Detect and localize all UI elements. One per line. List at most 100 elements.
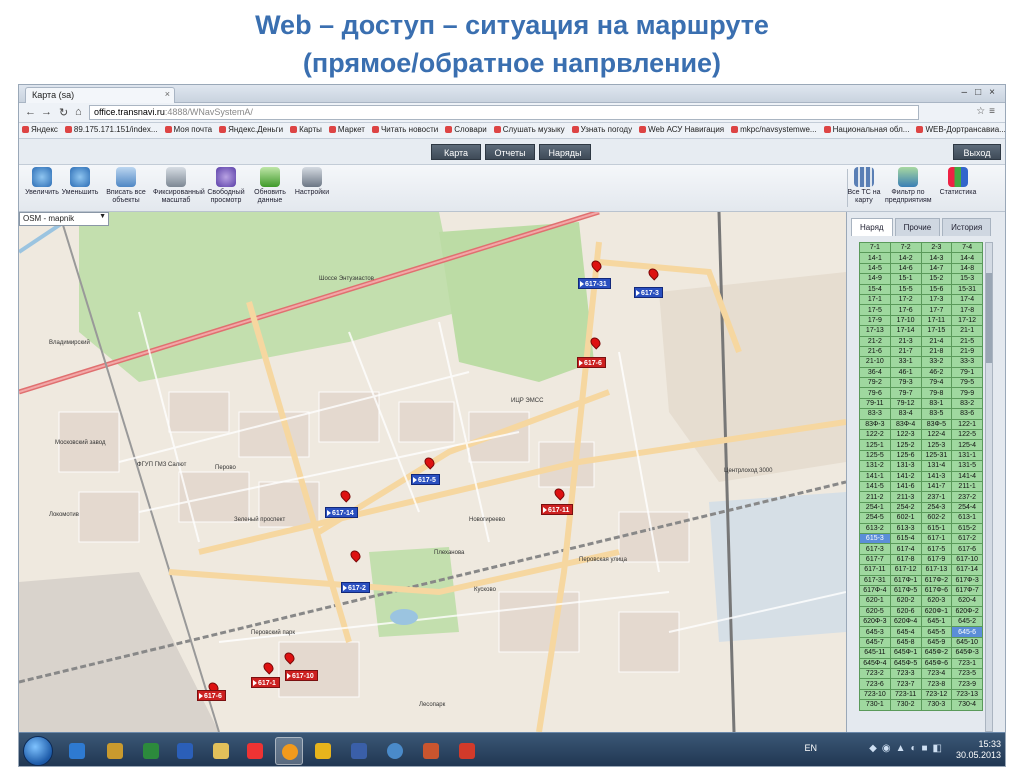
route-cell[interactable]: 141-7 [920, 480, 953, 493]
route-cell[interactable]: 620Ф-4 [889, 616, 922, 628]
route-cell[interactable]: 723-13 [951, 688, 983, 701]
route-cell[interactable]: 79-3 [889, 377, 922, 389]
fit-all-button[interactable]: Вписать все объекты [103, 167, 149, 205]
route-cell[interactable]: 17-8 [951, 304, 983, 316]
route-cell[interactable]: 615-2 [951, 522, 983, 534]
route-cell[interactable]: 645Ф-4 [859, 657, 891, 670]
route-cell[interactable]: 723-3 [889, 667, 922, 680]
route-cell[interactable]: 620Ф-2 [951, 605, 983, 618]
route-cell[interactable]: 645-3 [859, 626, 891, 638]
language-indicator[interactable]: EN [804, 743, 817, 753]
route-cell[interactable]: 617-31 [859, 574, 891, 586]
route-cell[interactable]: 620-4 [951, 595, 983, 607]
route-cell[interactable]: 645-2 [951, 616, 983, 628]
route-cell[interactable]: 254-2 [889, 501, 922, 514]
vehicle-label[interactable]: 617-5 [411, 474, 440, 485]
vehicle-label[interactable]: 617-11 [541, 504, 574, 515]
reload-icon[interactable]: ↻ [59, 106, 68, 119]
bookmark-item[interactable]: Яндекс [19, 123, 62, 134]
route-cell[interactable]: 15-2 [920, 273, 953, 285]
route-cell[interactable]: 131-2 [859, 460, 891, 472]
route-cell[interactable]: 125-6 [889, 449, 922, 462]
filter-button[interactable]: Фильтр по предприятиям [885, 167, 932, 205]
minimize-icon[interactable]: – [962, 87, 976, 98]
route-cell[interactable]: 122-5 [951, 429, 983, 441]
route-cell[interactable]: 723-11 [889, 688, 922, 701]
taskbar-word[interactable] [171, 737, 199, 765]
route-cell[interactable]: 14-8 [951, 262, 983, 275]
route-cell[interactable]: 645-7 [859, 636, 891, 649]
route-cell[interactable]: 15-3 [951, 273, 983, 285]
route-cell[interactable]: 613-3 [889, 522, 922, 534]
browser-tab[interactable]: Карта (sa) × [25, 87, 175, 103]
route-cell[interactable]: 211-3 [889, 491, 922, 503]
route-cell[interactable]: 237-2 [951, 491, 983, 503]
route-cell[interactable]: 125-3 [920, 439, 953, 451]
route-cell[interactable]: 7-4 [951, 242, 983, 254]
route-cell[interactable]: 723-8 [920, 678, 953, 690]
route-cell[interactable]: 17-5 [859, 304, 891, 316]
route-cell[interactable]: 617-13 [920, 564, 953, 576]
window-controls[interactable]: –□× [962, 87, 1003, 98]
route-cell[interactable]: 83-3 [859, 408, 891, 420]
route-cell[interactable]: 83Ф-4 [889, 418, 922, 431]
vehicle-label[interactable]: 617-1 [251, 677, 280, 688]
route-cell[interactable]: 14-1 [859, 252, 891, 264]
route-cell[interactable]: 14-6 [889, 262, 922, 275]
panel-scrollbar[interactable] [985, 242, 993, 732]
route-cell[interactable]: 21-7 [889, 345, 922, 358]
route-cell[interactable]: 46-1 [889, 366, 922, 379]
route-cell[interactable]: 615-4 [889, 532, 922, 545]
refresh-button[interactable]: Обновить данные [247, 167, 293, 205]
route-cell[interactable]: 131-5 [951, 460, 983, 472]
route-cell[interactable]: 613-2 [859, 522, 891, 534]
bookmark-item[interactable]: WEB-Дортрансавиа... [913, 123, 1005, 134]
taskbar-save[interactable] [345, 737, 373, 765]
route-cell[interactable]: 141-4 [951, 470, 983, 483]
route-cell[interactable]: 723-7 [889, 678, 922, 690]
vehicle-label[interactable]: 617-14 [325, 507, 358, 518]
route-cell[interactable]: 21-6 [859, 345, 891, 358]
route-cell[interactable]: 122-4 [920, 429, 953, 441]
route-cell[interactable]: 254-5 [859, 512, 891, 524]
route-cell[interactable]: 79-12 [889, 397, 922, 410]
route-cell[interactable]: 21-10 [859, 356, 891, 368]
address-actions[interactable]: ☆≡ [976, 106, 999, 117]
route-cell[interactable]: 723-12 [920, 688, 953, 701]
route-cell[interactable]: 17-12 [951, 314, 983, 327]
route-cell[interactable]: 730-4 [951, 699, 983, 711]
url-input[interactable]: office.transnavi.ru:4888/WNavSystemA/ [89, 105, 919, 120]
taskbar-folder[interactable] [207, 737, 235, 765]
route-cell[interactable]: 17-11 [920, 314, 953, 327]
route-cell[interactable]: 17-3 [920, 293, 953, 306]
route-cell[interactable]: 36-4 [859, 366, 891, 379]
route-cell[interactable]: 617-9 [920, 553, 953, 566]
route-cell[interactable]: 83-1 [920, 397, 953, 410]
home-icon[interactable]: ⌂ [75, 106, 82, 118]
tray-icons[interactable]: ◆◉▲◐■◧ [869, 743, 947, 754]
route-cell[interactable]: 122-1 [951, 418, 983, 431]
scrollbar-thumb[interactable] [986, 273, 992, 363]
route-cell[interactable]: 15-1 [889, 273, 922, 285]
bookmark-item[interactable]: mkpc/navsystemwe... [728, 123, 820, 134]
route-cell[interactable]: 79-11 [859, 397, 891, 410]
route-cell[interactable]: 141-1 [859, 470, 891, 483]
clock[interactable]: 15:33 30.05.2013 [956, 739, 1001, 761]
route-cell[interactable]: 237-1 [920, 491, 953, 503]
tab-history[interactable]: История [942, 218, 992, 236]
route-cell[interactable]: 645Ф-1 [889, 647, 922, 659]
route-cell[interactable]: 83-6 [951, 408, 983, 420]
route-cell[interactable]: 79-5 [951, 377, 983, 389]
free-view-button[interactable]: Свободный просмотр [203, 167, 249, 205]
route-cell[interactable]: 17-9 [859, 314, 891, 327]
route-cell[interactable]: 33-1 [889, 356, 922, 368]
route-cell[interactable]: 2-3 [920, 242, 953, 254]
route-cell[interactable]: 17-4 [951, 293, 983, 306]
route-cell[interactable]: 617-8 [889, 553, 922, 566]
map-layer-select[interactable]: OSM - mapnik ▼ [19, 212, 109, 226]
route-cell[interactable]: 617-4 [889, 543, 922, 555]
route-cell[interactable]: 83-2 [951, 397, 983, 410]
route-cell[interactable]: 211-1 [951, 480, 983, 493]
start-button[interactable] [23, 736, 53, 766]
route-cell[interactable]: 125-2 [889, 439, 922, 451]
